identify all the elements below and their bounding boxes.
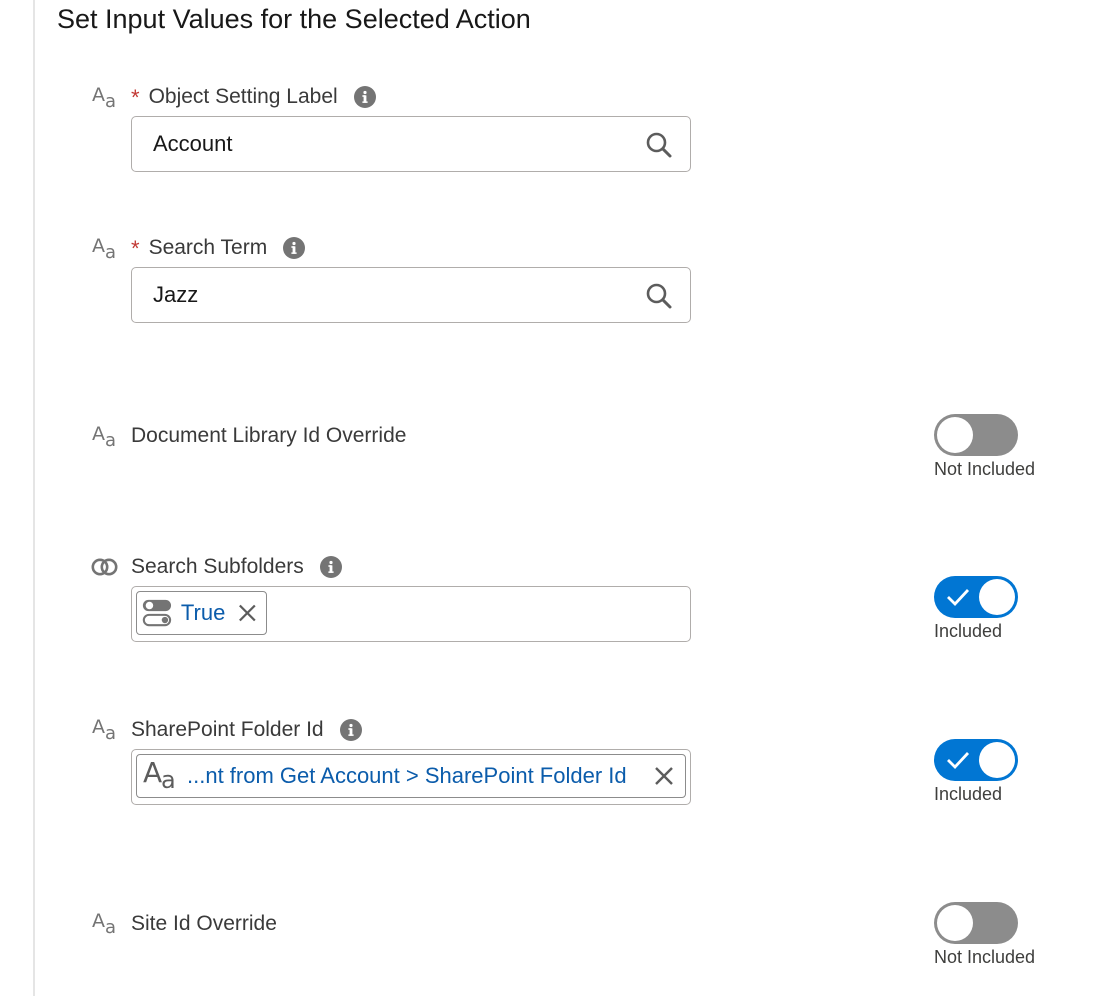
pill-label: True	[180, 600, 226, 625]
field-label: Search Subfolders	[131, 555, 304, 578]
search-term-input[interactable]: Jazz	[131, 267, 691, 323]
search-icon[interactable]	[645, 282, 673, 310]
toggle-knob	[979, 579, 1015, 615]
search-icon[interactable]	[645, 131, 673, 159]
check-icon	[947, 752, 970, 770]
close-icon[interactable]	[237, 602, 258, 624]
boolean-type-icon	[91, 558, 118, 576]
text-type-icon: Aa	[92, 84, 117, 112]
info-icon[interactable]	[339, 719, 362, 741]
info-icon[interactable]	[353, 86, 376, 108]
sharepoint-folder-id-input[interactable]: A a ...nt from Get Account > SharePoint …	[131, 749, 691, 805]
field-label: Object Setting Label	[148, 85, 338, 108]
toggle-resource-icon	[142, 599, 172, 627]
panel-left-border	[33, 0, 35, 996]
info-icon[interactable]	[319, 556, 342, 578]
toggle-knob	[937, 417, 973, 453]
toggle-knob	[937, 905, 973, 941]
value-pill[interactable]: True	[136, 591, 267, 635]
toggle-caption: Not Included	[934, 459, 1036, 479]
field-label: Document Library Id Override	[131, 424, 407, 447]
section-title: Set Input Values for the Selected Action	[57, 4, 531, 34]
search-subfolders-input[interactable]: True	[131, 586, 691, 642]
text-resource-icon: A a	[143, 756, 176, 794]
info-icon[interactable]	[283, 237, 306, 259]
value-pill[interactable]: A a ...nt from Get Account > SharePoint …	[136, 754, 686, 798]
text-type-icon: Aa	[92, 716, 117, 744]
toggle-knob	[979, 742, 1015, 778]
check-icon	[947, 589, 970, 607]
toggle-caption: Included	[934, 784, 1003, 804]
pill-label: ...nt from Get Account > SharePoint Fold…	[187, 763, 627, 788]
required-marker: *	[131, 85, 140, 110]
text-type-icon: Aa	[92, 423, 117, 451]
field-value: Jazz	[153, 282, 199, 307]
include-toggle[interactable]	[934, 576, 1018, 618]
include-toggle[interactable]	[934, 414, 1018, 456]
include-toggle[interactable]	[934, 902, 1018, 944]
include-toggle[interactable]	[934, 739, 1018, 781]
close-icon[interactable]	[653, 765, 675, 787]
toggle-caption: Not Included	[934, 947, 1036, 967]
field-label: Search Term	[148, 236, 268, 259]
required-marker: *	[131, 236, 140, 261]
object-setting-label-input[interactable]: Account	[131, 116, 691, 172]
field-label: SharePoint Folder Id	[131, 718, 324, 741]
text-type-icon: Aa	[92, 910, 117, 938]
field-label: Site Id Override	[131, 912, 277, 935]
field-value: Account	[153, 131, 233, 156]
text-type-icon: Aa	[92, 235, 117, 263]
toggle-caption: Included	[934, 621, 1003, 641]
